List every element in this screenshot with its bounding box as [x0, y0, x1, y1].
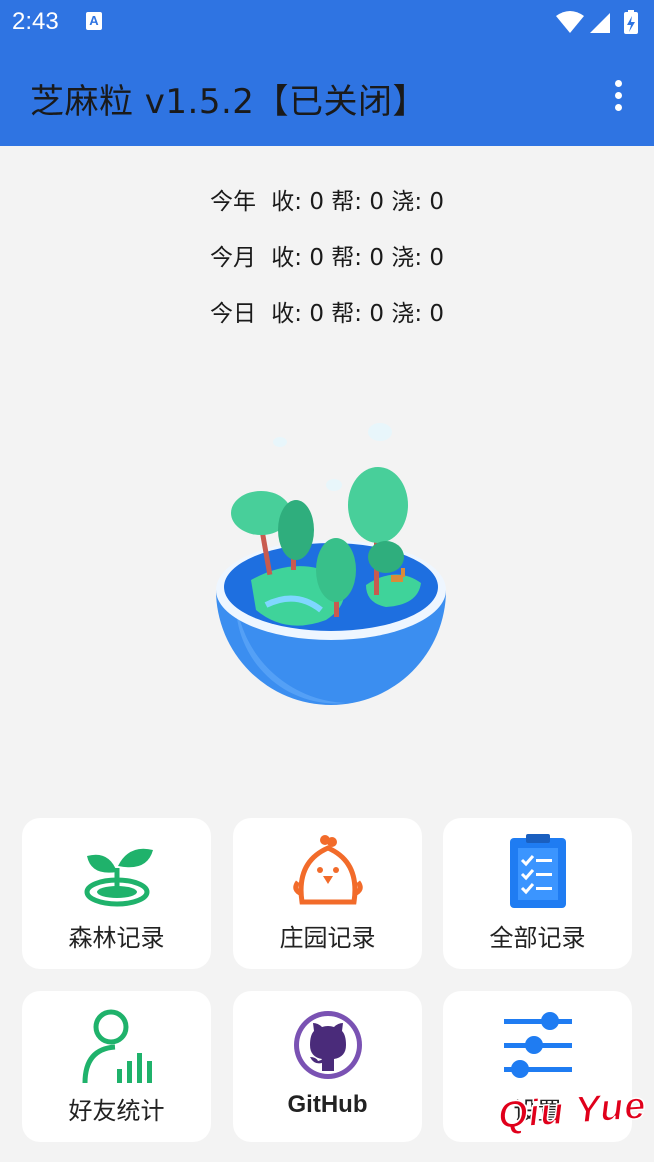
stat-water: 浇: 0	[391, 245, 445, 271]
status-time: 2:43	[12, 8, 59, 35]
notification-icon: A	[86, 12, 102, 30]
tile-label: 好友统计	[68, 1097, 165, 1125]
tile-label: GitHub	[287, 1091, 368, 1118]
stat-help: 帮: 0	[331, 301, 384, 327]
forest-globe-illustration	[216, 423, 446, 705]
stat-help: 帮: 0	[331, 189, 384, 215]
farm-records-button[interactable]: 庄园记录	[233, 818, 422, 969]
stat-period: 今日	[209, 301, 256, 327]
tile-label: 森林记录	[68, 924, 165, 952]
stat-collect: 收: 0	[271, 189, 324, 215]
stat-period: 今年	[209, 189, 256, 215]
stat-row-year: 今年 收: 0 帮: 0 浇: 0	[0, 182, 654, 238]
status-icons	[556, 10, 638, 34]
stat-water: 浇: 0	[391, 301, 445, 327]
stat-collect: 收: 0	[271, 245, 324, 271]
stat-row-month: 今月 收: 0 帮: 0 浇: 0	[0, 238, 654, 294]
stat-period: 今月	[209, 245, 256, 271]
stat-row-day: 今日 收: 0 帮: 0 浇: 0	[0, 294, 654, 350]
friend-stats-icon	[82, 1009, 152, 1084]
github-button[interactable]: GitHub	[233, 991, 422, 1142]
github-icon	[293, 1011, 362, 1079]
sprout-icon	[84, 848, 153, 907]
forest-records-button[interactable]: 森林记录	[22, 818, 211, 969]
app-screen: 2:43 A 芝麻粒 v1.5.2【已关闭】 今年 收: 0 帮: 0 浇: 0…	[0, 0, 654, 1162]
chick-icon	[292, 835, 363, 905]
clipboard-checklist-icon	[509, 834, 566, 908]
tile-label: 庄园记录	[279, 924, 376, 952]
battery-charging-icon	[624, 10, 638, 34]
more-vert-icon[interactable]	[604, 76, 632, 116]
status-bar: 2:43 A	[0, 0, 654, 46]
stat-water: 浇: 0	[391, 189, 445, 215]
app-title: 芝麻粒 v1.5.2【已关闭】	[30, 82, 427, 122]
all-records-button[interactable]: 全部记录	[443, 818, 632, 969]
stats-panel: 今年 收: 0 帮: 0 浇: 0 今月 收: 0 帮: 0 浇: 0 今日 收…	[0, 182, 654, 350]
stat-collect: 收: 0	[271, 301, 324, 327]
app-bar: 芝麻粒 v1.5.2【已关闭】	[0, 46, 654, 146]
cellular-icon	[590, 13, 610, 33]
wifi-icon	[556, 11, 584, 33]
friend-stats-button[interactable]: 好友统计	[22, 991, 211, 1142]
sliders-icon	[503, 1012, 572, 1078]
stat-help: 帮: 0	[331, 245, 384, 271]
tile-label: 全部记录	[489, 924, 586, 952]
